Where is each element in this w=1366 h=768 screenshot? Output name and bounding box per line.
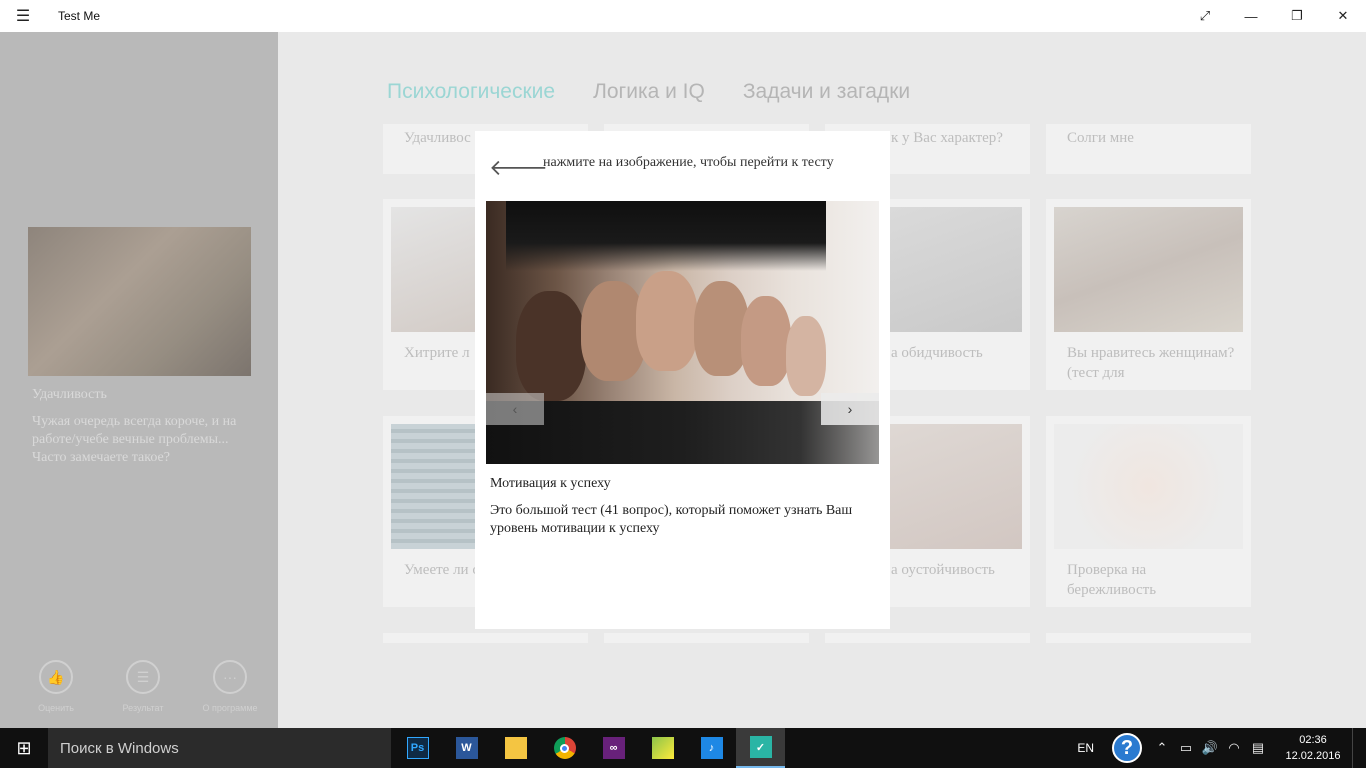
clock[interactable]: 02:36 12.02.2016 [1278,732,1348,764]
results-label: Результат [122,703,164,713]
close-icon[interactable]: ✕ [1320,0,1366,32]
chevron-right-icon: › [847,401,853,417]
notifications-icon[interactable]: ▤ [1246,740,1270,756]
test-card-title: Вы нравитесь женщинам? (тест для [1067,345,1235,381]
wifi-icon[interactable]: ◠ [1222,740,1246,756]
thumbs-up-icon: 👍 [39,660,73,694]
chevron-left-icon: ‹ [512,401,518,417]
test-card[interactable]: Вы нравитесь женщинам? (тест для [1046,199,1251,390]
tab-puzzles[interactable]: Задачи и загадки [743,80,910,104]
dialog-hint: нажмите на изображение, чтобы перейти к … [543,155,834,170]
language-indicator[interactable]: EN [1077,741,1094,755]
volume-icon[interactable]: 🔊 [1198,740,1222,756]
taskbar: ⊞ Поиск в Windows Ps W ∞ ♪ ✓ EN ? ⌃ ▭ 🔊 … [0,728,1366,768]
sidebar: Удачливость Чужая очередь всегда короче,… [0,32,278,728]
test-card[interactable] [825,633,1030,643]
rate-label: Оценить [38,703,74,713]
show-desktop-button[interactable] [1352,728,1366,768]
battery-icon[interactable]: ▭ [1174,740,1198,756]
test-card-image [1054,207,1243,332]
test-card[interactable] [383,633,588,643]
music-icon[interactable]: ♪ [687,728,736,768]
rate-button[interactable]: 👍 Оценить [28,660,84,713]
about-button[interactable]: ··· О программе [202,660,258,713]
minimize-icon[interactable]: — [1228,0,1274,32]
test-card-title: к у Вас характер? [891,130,1003,146]
app-title: Test Me [58,9,101,23]
category-tabs: Психологические Логика и IQ Задачи и заг… [387,80,910,104]
test-card[interactable]: Солги мне [1046,124,1251,174]
more-icon: ··· [213,660,247,694]
test-card[interactable] [1046,633,1251,643]
test-card-title: Проверка на бережливость [1067,562,1157,598]
test-card-title: а оустойчивость [891,562,995,578]
fullscreen-icon[interactable]: ⤢ [1182,0,1228,32]
test-card[interactable]: Проверка на бережливость [1046,416,1251,607]
test-card-title: а обидчивость [891,345,983,361]
hamburger-icon[interactable]: ☰ [0,0,46,32]
maps-icon[interactable] [638,728,687,768]
window-controls: ⤢ — ❐ ✕ [1182,0,1366,32]
chrome-icon[interactable] [540,728,589,768]
tab-psychological[interactable]: Психологические [387,80,555,104]
list-icon: ☰ [126,660,160,694]
test-description: Это большой тест (41 вопрос), который по… [490,503,853,536]
taskbar-apps: Ps W ∞ ♪ ✓ [393,728,785,768]
test-card-title: Солги мне [1067,130,1134,146]
featured-test-title: Удачливость [32,387,107,402]
test-card[interactable] [604,633,809,643]
file-explorer-icon[interactable] [491,728,540,768]
test-title: Мотивация к успеху [490,476,611,491]
word-icon[interactable]: W [442,728,491,768]
visual-studio-icon[interactable]: ∞ [589,728,638,768]
previous-button[interactable]: ‹ [486,393,544,425]
test-preview-dialog: 🡐 нажмите на изображение, чтобы перейти … [475,131,890,629]
next-button[interactable]: › [821,393,879,425]
tab-logic-iq[interactable]: Логика и IQ [593,80,705,104]
test-card-image [1054,424,1243,549]
sidebar-actions: 👍 Оценить ☰ Результат ··· О программе [28,660,258,713]
help-icon[interactable]: ? [1112,733,1142,763]
featured-test-image[interactable] [28,227,251,376]
clock-time: 02:36 [1299,734,1327,746]
windows-start-icon[interactable]: ⊞ [0,728,48,768]
testme-app-icon[interactable]: ✓ [736,728,785,768]
taskbar-search[interactable]: Поиск в Windows [48,728,391,768]
photoshop-icon[interactable]: Ps [393,728,442,768]
about-label: О программе [202,703,258,713]
system-tray: EN ? ⌃ ▭ 🔊 ◠ ▤ 02:36 12.02.2016 [1077,728,1366,768]
results-button[interactable]: ☰ Результат [115,660,171,713]
title-bar: ☰ Test Me ⤢ — ❐ ✕ [0,0,1366,32]
restore-icon[interactable]: ❐ [1274,0,1320,32]
chevron-up-icon[interactable]: ⌃ [1150,740,1174,756]
clock-date: 12.02.2016 [1285,750,1341,762]
featured-test-description: Чужая очередь всегда короче, и на работе… [32,414,237,465]
back-arrow-icon[interactable]: 🡐 [489,155,548,181]
